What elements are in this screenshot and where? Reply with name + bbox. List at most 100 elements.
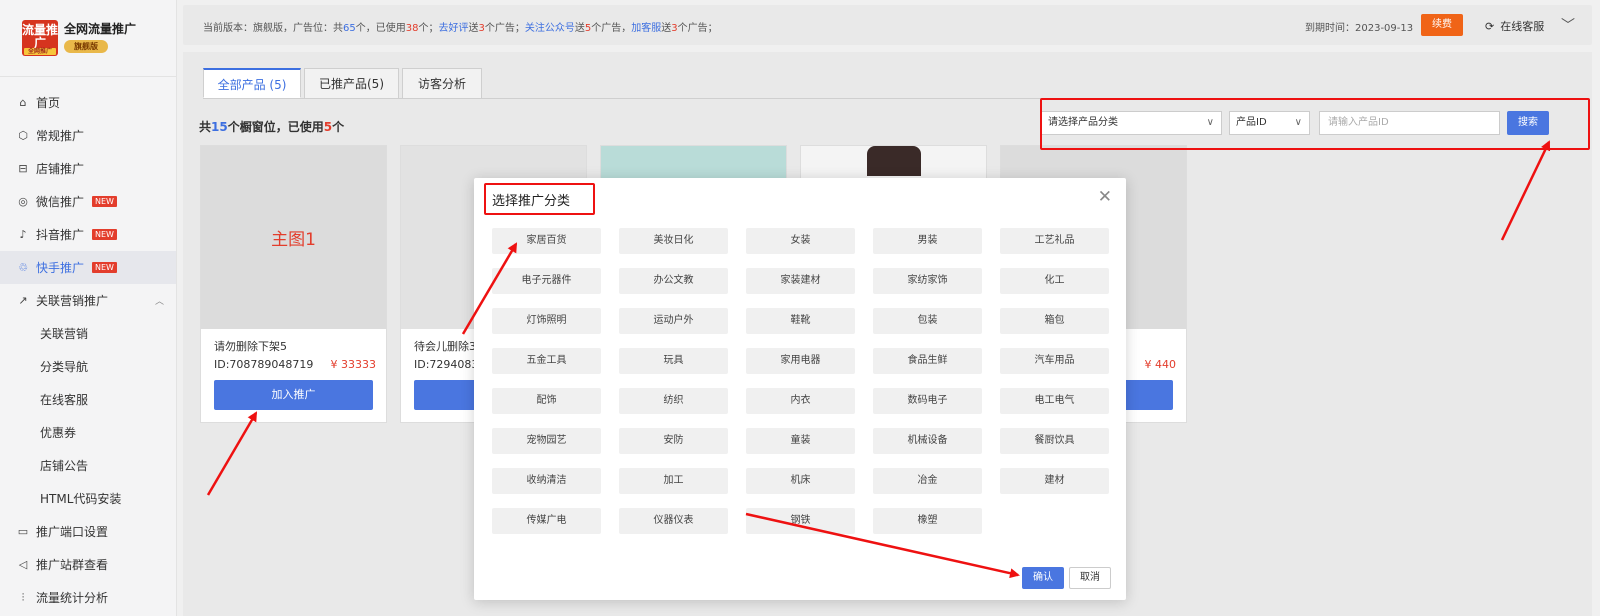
- sidebar-item-store-promo[interactable]: ⊟ 店铺推广: [0, 152, 176, 185]
- chart-icon: ↗: [18, 294, 28, 307]
- category-option[interactable]: 家装建材: [746, 268, 855, 294]
- category-option[interactable]: 女装: [746, 228, 855, 254]
- port-icon: ▭: [17, 525, 29, 538]
- sidebar-item-category-nav[interactable]: 分类导航: [0, 350, 176, 383]
- add-service-link[interactable]: 加客服: [631, 23, 661, 34]
- new-badge: NEW: [92, 229, 117, 240]
- sidebar-item-label: HTML代码安装: [40, 492, 122, 506]
- category-option[interactable]: 办公文教: [619, 268, 728, 294]
- sidebar-item-label: 推广端口设置: [36, 525, 109, 539]
- count-text: 个: [332, 120, 345, 134]
- sidebar-item-wechat-promo[interactable]: ◎ 微信推广 NEW: [0, 185, 176, 218]
- category-option[interactable]: 家用电器: [746, 348, 855, 374]
- tab-promoted-products[interactable]: 已推产品(5): [304, 68, 399, 98]
- category-option[interactable]: 机械设备: [873, 428, 982, 454]
- category-option[interactable]: 汽车用品: [1000, 348, 1109, 374]
- sidebar-item-related-marketing[interactable]: 关联营销: [0, 317, 176, 350]
- ad-slots-used: 38: [405, 23, 419, 34]
- sidebar-item-store-notice[interactable]: 店铺公告: [0, 449, 176, 482]
- sidebar-item-label: 优惠券: [40, 426, 77, 440]
- category-option[interactable]: 电工电气: [1000, 388, 1109, 414]
- chevron-up-icon: ︿: [154, 297, 164, 307]
- count-total: 15: [211, 120, 228, 134]
- tab-all-products[interactable]: 全部产品 (5): [203, 68, 301, 98]
- category-option[interactable]: 机床: [746, 468, 855, 494]
- close-icon[interactable]: ✕: [1098, 187, 1112, 207]
- product-price: ¥ 440: [1144, 358, 1177, 371]
- home-icon: ⌂: [19, 96, 27, 109]
- headset-icon: ⟳: [1485, 19, 1495, 33]
- category-option[interactable]: 收纳清洁: [492, 468, 601, 494]
- category-option[interactable]: 建材: [1000, 468, 1109, 494]
- product-name: 请勿删除下架5: [214, 340, 287, 353]
- sidebar-item-related-marketing-promo[interactable]: ↗ 关联营销推广 ︿: [0, 284, 176, 317]
- sidebar-item-home[interactable]: ⌂ 首页: [0, 86, 176, 119]
- category-option[interactable]: 加工: [619, 468, 728, 494]
- category-option[interactable]: 餐厨饮具: [1000, 428, 1109, 454]
- product-card: 主图1 请勿删除下架5 ID:708789048719 ¥ 33333 加入推广: [200, 145, 387, 423]
- category-option[interactable]: 钢铁: [746, 508, 855, 534]
- category-option[interactable]: 冶金: [873, 468, 982, 494]
- category-option[interactable]: 鞋靴: [746, 308, 855, 334]
- review-link[interactable]: 去好评: [438, 23, 468, 34]
- info-text: 个广告；: [677, 23, 718, 34]
- category-option[interactable]: 玩具: [619, 348, 728, 374]
- product-price: ¥ 33333: [330, 358, 377, 371]
- sidebar-item-html-install[interactable]: HTML代码安装: [0, 482, 176, 515]
- expire-date: 到期时间：2023-09-13: [1305, 23, 1414, 34]
- megaphone-icon: ◁: [18, 558, 28, 571]
- category-option[interactable]: 纺织: [619, 388, 728, 414]
- category-option[interactable]: 灯饰照明: [492, 308, 601, 334]
- category-option[interactable]: 家纺家饰: [873, 268, 982, 294]
- product-id: ID:708789048719: [214, 358, 314, 371]
- add-promo-button[interactable]: 加入推广: [214, 380, 373, 410]
- online-service-button[interactable]: ⟳ 在线客服: [1485, 18, 1544, 34]
- renew-button[interactable]: 续费: [1421, 14, 1463, 36]
- category-option[interactable]: 配饰: [492, 388, 601, 414]
- category-option[interactable]: 五金工具: [492, 348, 601, 374]
- category-option[interactable]: 传媒广电: [492, 508, 601, 534]
- sidebar-item-coupons[interactable]: 优惠券: [0, 416, 176, 449]
- count-text: 共: [199, 120, 212, 134]
- category-option[interactable]: 内衣: [746, 388, 855, 414]
- sidebar-item-label: 关联营销推广: [36, 294, 109, 308]
- annotation-box-modal-title: [484, 183, 595, 215]
- category-modal: 选择推广分类 ✕ 家居百货 美妆日化 女装 男装 工艺礼品 电子元器件 办公文教 家装建材 家纺…: [474, 178, 1126, 600]
- category-option[interactable]: 工艺礼品: [1000, 228, 1109, 254]
- category-option[interactable]: 箱包: [1000, 308, 1109, 334]
- tab-visitor-analysis[interactable]: 访客分析: [402, 68, 482, 98]
- new-badge: NEW: [92, 196, 117, 207]
- sidebar-item-online-service[interactable]: 在线客服: [0, 383, 176, 416]
- category-option[interactable]: 童装: [746, 428, 855, 454]
- product-name: 待会儿删除3: [414, 340, 476, 353]
- product-id: ID:7294083: [414, 358, 479, 371]
- category-option[interactable]: 橡塑: [873, 508, 982, 534]
- category-option[interactable]: 安防: [619, 428, 728, 454]
- sidebar-item-label: 在线客服: [40, 393, 89, 407]
- category-option[interactable]: 包装: [873, 308, 982, 334]
- category-option[interactable]: 运动户外: [619, 308, 728, 334]
- category-option[interactable]: 宠物园艺: [492, 428, 601, 454]
- sidebar-item-kuaishou-promo[interactable]: ♲ 快手推广 NEW: [0, 251, 176, 284]
- sidebar-item-douyin-promo[interactable]: ♪ 抖音推广 NEW: [0, 218, 176, 251]
- category-option[interactable]: 电子元器件: [492, 268, 601, 294]
- wechat-icon: ◎: [18, 195, 28, 208]
- category-option[interactable]: 美妆日化: [619, 228, 728, 254]
- category-option[interactable]: 化工: [1000, 268, 1109, 294]
- logo: 流量推广 全网推广: [22, 20, 58, 56]
- sidebar-item-site-group[interactable]: ◁ 推广站群查看: [0, 548, 176, 581]
- category-option[interactable]: 男装: [873, 228, 982, 254]
- category-option[interactable]: 仪器仪表: [619, 508, 728, 534]
- category-option[interactable]: 数码电子: [873, 388, 982, 414]
- chevron-down-icon[interactable]: ﹀: [1561, 15, 1575, 35]
- confirm-button[interactable]: 确认: [1022, 567, 1064, 589]
- sidebar-item-traffic-stats[interactable]: ⫶ 流量统计分析: [0, 581, 176, 614]
- follow-account-link[interactable]: 关注公众号: [525, 23, 575, 34]
- count-used: 5: [323, 120, 333, 134]
- category-option[interactable]: 家居百货: [492, 228, 601, 254]
- category-option[interactable]: 食品生鲜: [873, 348, 982, 374]
- cancel-button[interactable]: 取消: [1069, 567, 1111, 589]
- sidebar-item-regular-promo[interactable]: ⬡ 常规推广: [0, 119, 176, 152]
- sidebar-item-label: 微信推广: [36, 195, 85, 209]
- sidebar-item-port-settings[interactable]: ▭ 推广端口设置: [0, 515, 176, 548]
